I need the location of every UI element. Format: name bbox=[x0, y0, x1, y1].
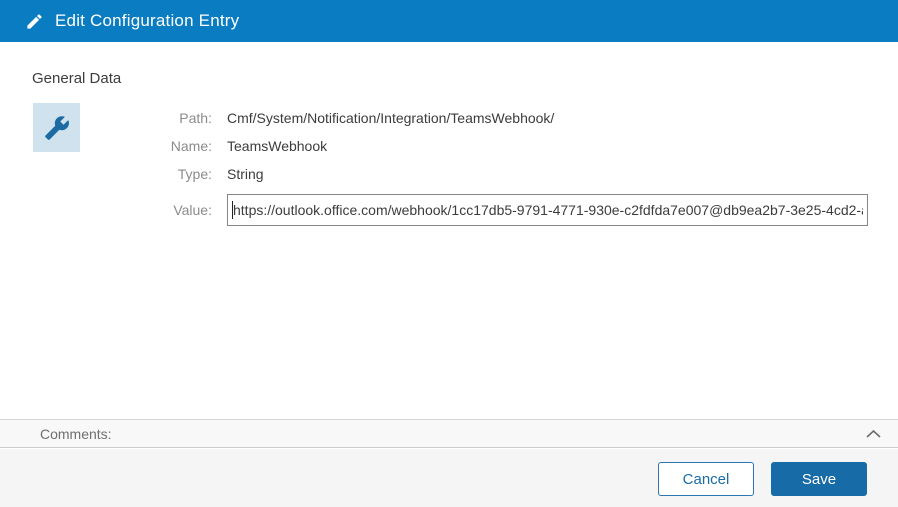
name-value: TeamsWebhook bbox=[227, 138, 327, 154]
field-row-name: Name: TeamsWebhook bbox=[0, 137, 327, 155]
value-label: Value: bbox=[0, 202, 212, 218]
dialog-footer: Cancel Save bbox=[0, 449, 898, 507]
value-input[interactable] bbox=[227, 194, 868, 226]
chevron-up-icon[interactable] bbox=[864, 426, 883, 442]
pencil-icon bbox=[25, 12, 44, 31]
cancel-button[interactable]: Cancel bbox=[658, 462, 754, 496]
type-label: Type: bbox=[0, 166, 212, 182]
save-button[interactable]: Save bbox=[771, 462, 867, 496]
text-cursor bbox=[232, 201, 233, 219]
field-row-path: Path: Cmf/System/Notification/Integratio… bbox=[0, 109, 554, 127]
edit-configuration-entry-dialog: Edit Configuration Entry General Data Pa… bbox=[0, 0, 898, 507]
section-title-general-data: General Data bbox=[32, 70, 121, 87]
comments-section-header[interactable]: Comments: bbox=[0, 419, 898, 448]
name-label: Name: bbox=[0, 138, 212, 154]
dialog-title: Edit Configuration Entry bbox=[55, 11, 239, 31]
comments-label: Comments: bbox=[40, 426, 112, 442]
dialog-header: Edit Configuration Entry bbox=[0, 0, 898, 42]
path-value: Cmf/System/Notification/Integration/Team… bbox=[227, 110, 554, 126]
field-row-type: Type: String bbox=[0, 165, 264, 183]
path-label: Path: bbox=[0, 110, 212, 126]
type-value: String bbox=[227, 166, 264, 182]
value-input-wrap bbox=[227, 194, 868, 226]
